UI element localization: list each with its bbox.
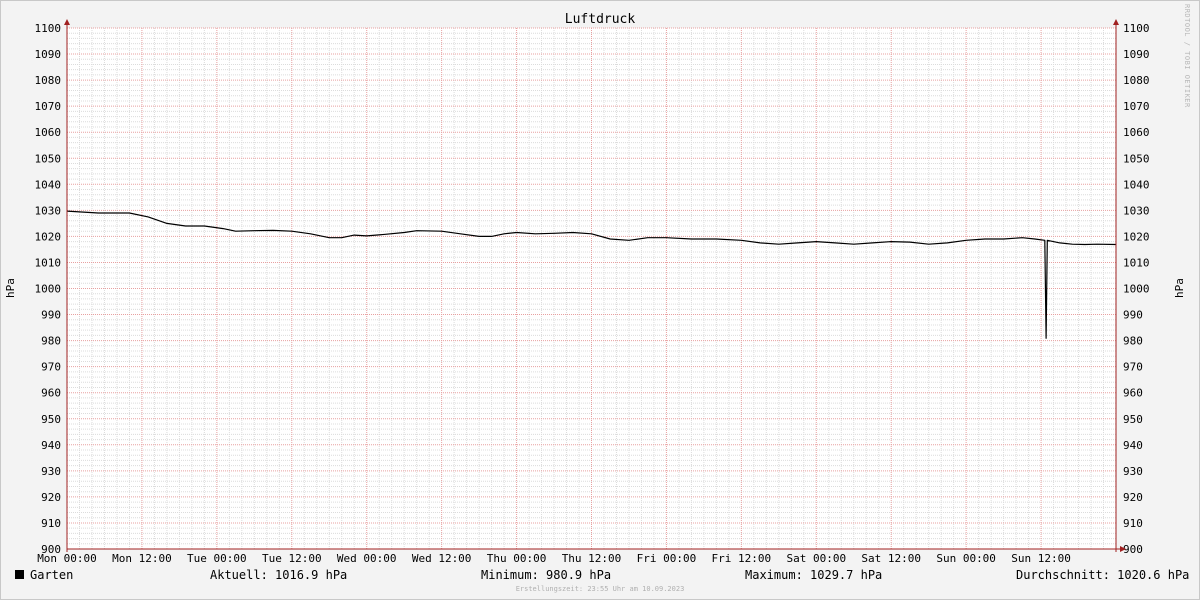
y-tick-label-right: 990 [1123, 309, 1143, 322]
x-tick-label: Wed 12:00 [412, 552, 472, 565]
y-tick-label-left: 990 [41, 309, 61, 322]
y-tick-label-right: 980 [1123, 335, 1143, 348]
legend-series-name: Garten [30, 568, 74, 582]
y-tick-label-right: 1070 [1123, 100, 1150, 113]
y-tick-label-left: 1000 [35, 283, 62, 296]
y-tick-label-left: 960 [41, 387, 61, 400]
x-tick-label: Sat 12:00 [861, 552, 921, 565]
y-tick-label-left: 920 [41, 491, 61, 504]
y-tick-label-right: 1000 [1123, 283, 1150, 296]
x-tick-label: Sat 00:00 [786, 552, 846, 565]
x-tick-label: Tue 12:00 [262, 552, 322, 565]
y-tick-label-left: 1060 [35, 126, 62, 139]
y-tick-label-left: 980 [41, 335, 61, 348]
y-tick-label-left: 910 [41, 517, 61, 530]
y-tick-label-left: 1070 [35, 100, 62, 113]
pressure-chart: 900 910 920 930 940 950 960 970 980 990 1000 1010 10… [4, 12, 1186, 565]
y-tick-label-right: 900 [1123, 543, 1143, 556]
y-tick-label-left: 1020 [35, 230, 62, 243]
y-tick-label-right: 960 [1123, 387, 1143, 400]
y-tick-label-left: 1080 [35, 74, 62, 87]
y-tick-label-right: 920 [1123, 491, 1143, 504]
watermark: RRDTOOL / TOBI OETIKER [1183, 4, 1191, 108]
x-tick-label: Sun 12:00 [1011, 552, 1071, 565]
y-tick-label-left: 1040 [35, 178, 62, 191]
x-tick-label: Tue 00:00 [187, 552, 247, 565]
y-tick-label-right: 1010 [1123, 256, 1150, 269]
y-tick-label-left: 1100 [35, 22, 62, 35]
y-tick-label-right: 930 [1123, 465, 1143, 478]
legend-average: Durchschnitt: 1020.6 hPa [1016, 568, 1190, 582]
legend-minimum: Minimum: 980.9 hPa [481, 568, 612, 582]
x-tick-label: Fri 12:00 [712, 552, 772, 565]
x-tick-label: Thu 00:00 [487, 552, 547, 565]
y-tick-label-right: 1060 [1123, 126, 1150, 139]
y-tick-label-left: 1050 [35, 152, 62, 165]
y-tick-label-left: 1030 [35, 204, 62, 217]
y-tick-label-right: 1100 [1123, 22, 1150, 35]
y-tick-label-right: 1050 [1123, 152, 1150, 165]
y-tick-label-right: 970 [1123, 361, 1143, 374]
y-tick-label-left: 940 [41, 439, 61, 452]
legend-current: Aktuell: 1016.9 hPa [210, 568, 348, 582]
y-tick-label-left: 1010 [35, 256, 62, 269]
y-tick-label-right: 1040 [1123, 178, 1150, 191]
y-tick-label-right: 1090 [1123, 48, 1150, 61]
x-tick-label: Mon 00:00 [37, 552, 97, 565]
x-tick-label: Wed 00:00 [337, 552, 397, 565]
y-tick-label-right: 1080 [1123, 74, 1150, 87]
y-tick-label-right: 950 [1123, 413, 1143, 426]
y-tick-label-right: 1030 [1123, 204, 1150, 217]
y-axis-label-right: hPa [1173, 278, 1186, 298]
x-tick-label: Fri 00:00 [637, 552, 697, 565]
y-tick-label-left: 950 [41, 413, 61, 426]
legend-swatch [15, 570, 24, 579]
y-tick-label-left: 930 [41, 465, 61, 478]
y-axis-arrow-left [64, 19, 70, 25]
y-tick-label-right: 1020 [1123, 230, 1150, 243]
y-axis-arrow-right [1113, 19, 1119, 25]
y-axis-label-left: hPa [4, 278, 17, 298]
chart-title: Luftdruck [565, 12, 636, 27]
y-tick-label-left: 970 [41, 361, 61, 374]
x-tick-label: Sun 00:00 [936, 552, 996, 565]
y-tick-label-right: 940 [1123, 439, 1143, 452]
y-tick-label-right: 910 [1123, 517, 1143, 530]
x-tick-label: Mon 12:00 [112, 552, 172, 565]
creation-time-footer: Erstellungszeit: 23:55 Uhr am 10.09.2023 [515, 585, 685, 593]
y-tick-label-left: 1090 [35, 48, 62, 61]
x-tick-label: Thu 12:00 [562, 552, 622, 565]
legend-maximum: Maximum: 1029.7 hPa [745, 568, 883, 582]
